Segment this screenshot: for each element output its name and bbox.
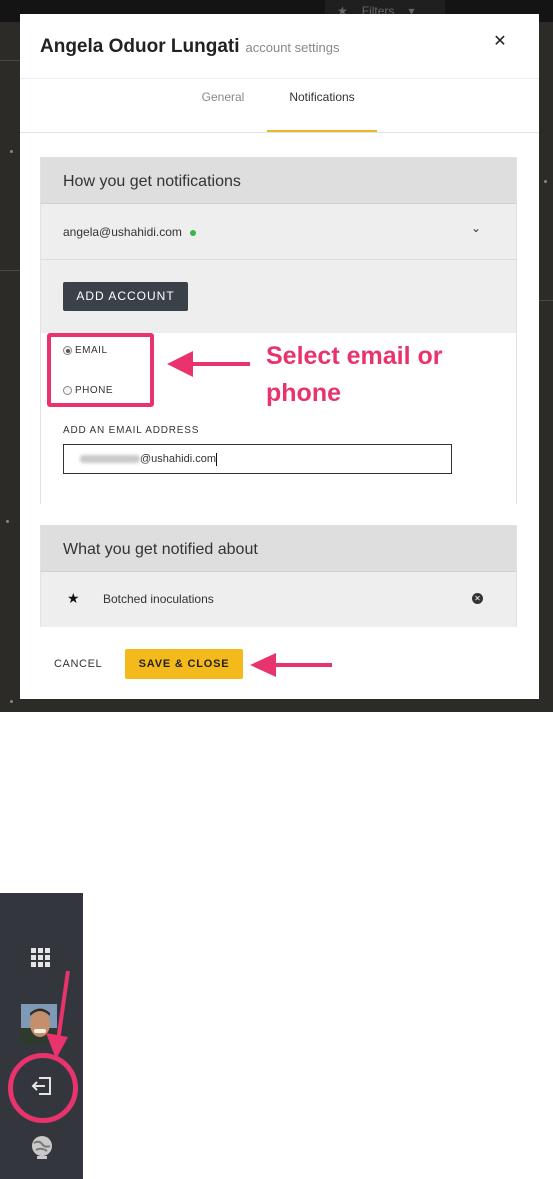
user-name: Angela Oduor Lungati <box>40 36 240 57</box>
radio-email[interactable]: EMAIL <box>63 345 108 356</box>
topic-label: Botched inoculations <box>103 592 214 606</box>
panel-heading: How you get notifications <box>63 173 241 190</box>
email-field[interactable]: @ushahidi.com <box>63 444 452 474</box>
add-email-label: ADD AN EMAIL ADDRESS <box>63 425 200 436</box>
account-email-text: angela@ushahidi.com <box>63 225 182 239</box>
save-close-button[interactable]: SAVE & CLOSE <box>125 649 243 679</box>
radio-button-icon[interactable] <box>63 386 72 395</box>
radio-button-icon[interactable] <box>63 346 72 355</box>
account-settings-screenshot: ★ Filters ▾ Angela Oduor Lungati account … <box>0 0 553 712</box>
add-account-button[interactable]: ADD ACCOUNT <box>63 282 188 311</box>
map-road <box>539 300 553 301</box>
chevron-down-icon[interactable]: ⌄ <box>471 221 481 235</box>
annotation-line-1: Select email or <box>266 342 443 370</box>
map-road <box>0 60 20 61</box>
panel-header: What you get notified about <box>41 526 516 572</box>
radio-phone-label: PHONE <box>75 385 114 396</box>
modal-subtitle: account settings <box>245 40 340 55</box>
annotation-arrow-icon <box>167 351 250 377</box>
add-account-row: ADD ACCOUNT <box>41 260 516 333</box>
annotation-text: Select email or phone <box>266 338 442 412</box>
what-you-get-notified-panel: What you get notified about ★ Botched in… <box>40 525 517 627</box>
radio-email-label: EMAIL <box>75 345 108 356</box>
email-field-value: @ushahidi.com <box>140 453 216 465</box>
how-you-get-notifications-panel: How you get notifications angela@ushahid… <box>40 157 517 504</box>
close-icon[interactable]: ✕ <box>490 32 510 52</box>
annotation-arrow-icon <box>46 971 70 1059</box>
modal-header: Angela Oduor Lungati account settings ✕ <box>20 14 539 78</box>
redacted-text <box>80 455 140 464</box>
map-road <box>0 270 20 271</box>
settings-tabs: General Notifications <box>20 78 539 133</box>
tab-general[interactable]: General <box>190 79 256 132</box>
panel-header: How you get notifications <box>41 158 516 204</box>
map-marker <box>10 150 13 153</box>
map-marker <box>10 700 13 703</box>
star-icon: ★ <box>67 590 80 606</box>
account-email: angela@ushahidi.com <box>63 225 196 239</box>
globe-icon[interactable] <box>29 1134 55 1160</box>
modal-title: Angela Oduor Lungati account settings <box>40 36 339 58</box>
list-item: ★ Botched inoculations ✕ <box>41 572 516 627</box>
tab-notifications[interactable]: Notifications <box>267 79 377 132</box>
account-row[interactable]: angela@ushahidi.com ⌄ <box>41 204 516 260</box>
panel-heading: What you get notified about <box>63 541 258 558</box>
radio-phone[interactable]: PHONE <box>63 385 113 396</box>
map-marker <box>6 520 9 523</box>
map-marker <box>544 180 547 183</box>
annotation-arrow-icon <box>250 653 332 677</box>
sidebar-screenshot <box>0 893 83 1179</box>
annotation-line-2: phone <box>266 379 341 407</box>
remove-icon[interactable]: ✕ <box>472 593 483 604</box>
cancel-button[interactable]: CANCEL <box>54 658 102 670</box>
status-dot-icon <box>189 229 196 236</box>
grid-icon[interactable] <box>31 948 51 968</box>
logout-icon[interactable] <box>31 1076 53 1096</box>
account-settings-modal: Angela Oduor Lungati account settings ✕ G… <box>20 14 539 699</box>
text-cursor <box>215 452 217 466</box>
